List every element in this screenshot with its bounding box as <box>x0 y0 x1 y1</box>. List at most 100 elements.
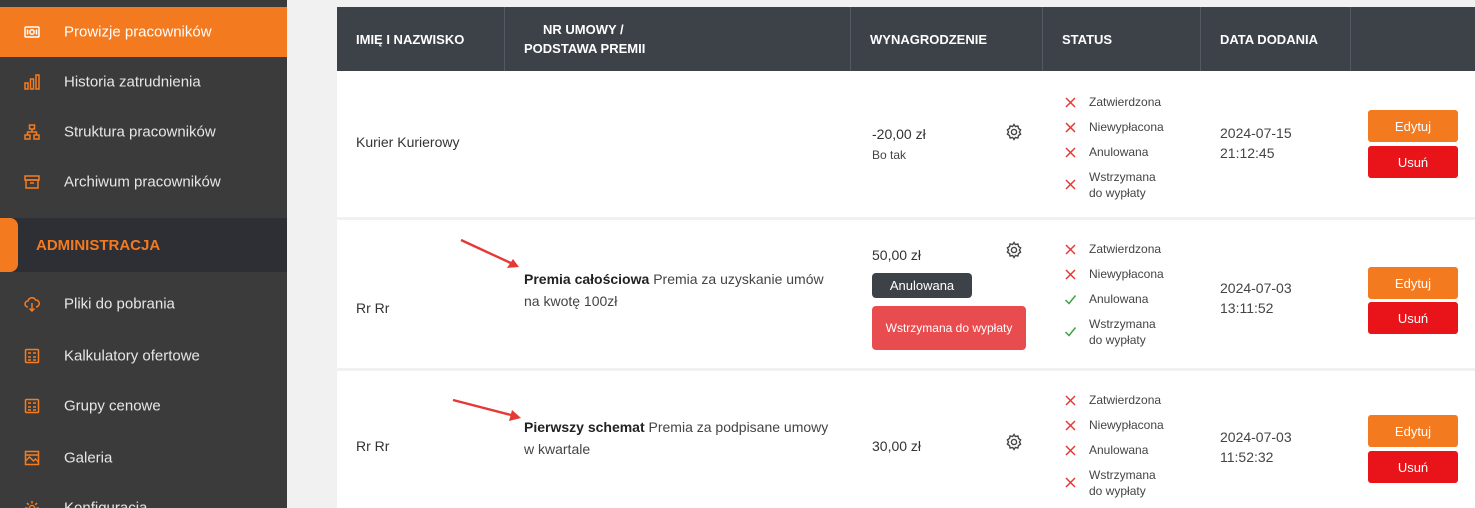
scheme-name: Premia całościowa <box>524 271 650 287</box>
column-header-status[interactable]: STATUS <box>1043 7 1201 71</box>
salary-note: Bo tak <box>872 148 907 162</box>
date-added: 2024-07-03 11:52:32 <box>1220 427 1292 467</box>
x-icon <box>1064 444 1077 457</box>
column-header-contract[interactable]: NR UMOWY / PODSTAWA PREMII <box>505 7 851 71</box>
app-root: Prowizje pracowników Historia zatrudnien… <box>0 0 1475 508</box>
x-icon <box>1064 394 1077 407</box>
x-icon <box>1064 146 1077 159</box>
header-line-2: PODSTAWA PREMII <box>524 41 646 56</box>
cloud-download-icon <box>24 296 40 312</box>
date-added: 2024-07-15 21:12:45 <box>1220 123 1292 163</box>
gear-icon <box>24 500 40 508</box>
table-header: IMIĘ I NAZWISKO NR UMOWY / PODSTAWA PREMI… <box>337 7 1475 71</box>
time-value: 11:52:32 <box>1220 449 1274 465</box>
x-icon <box>1064 268 1077 281</box>
calculator-icon <box>24 398 40 414</box>
status-item: Anulowana <box>1061 291 1201 307</box>
status-list: Zatwierdzona Niewypłacona Anulowana Wstr… <box>1061 94 1201 201</box>
status-item: Anulowana <box>1061 144 1201 160</box>
sidebar-item-label: Prowizje pracowników <box>64 23 212 41</box>
salary-cell: -20,00 zł Bo tak <box>872 126 926 162</box>
x-icon <box>1064 419 1077 432</box>
status-item: Zatwierdzona <box>1061 94 1201 110</box>
status-item: Anulowana <box>1061 442 1201 458</box>
sidebar-item-konfiguracja[interactable]: Konfiguracja <box>0 483 287 508</box>
scheme-name: Pierwszy schemat <box>524 419 645 435</box>
table-row: Kurier Kurierowy -20,00 zł Bo tak Zatwie… <box>337 71 1475 217</box>
time-value: 13:11:52 <box>1220 300 1274 316</box>
employee-name: Kurier Kurierowy <box>356 134 460 150</box>
sidebar: Prowizje pracowników Historia zatrudnien… <box>0 0 287 508</box>
date-added: 2024-07-03 13:11:52 <box>1220 278 1292 318</box>
edit-button[interactable]: Edytuj <box>1368 415 1458 447</box>
status-item: Wstrzymana do wypłaty <box>1061 467 1171 499</box>
sidebar-item-kalkulatory[interactable]: Kalkulatory ofertowe <box>0 331 287 381</box>
x-icon <box>1064 476 1077 489</box>
header-line-1: NR UMOWY / <box>543 22 624 37</box>
calculator-icon <box>24 348 40 364</box>
date-value: 2024-07-03 <box>1220 429 1292 445</box>
edit-button[interactable]: Edytuj <box>1368 110 1458 142</box>
money-icon <box>24 24 40 40</box>
sidebar-item-label: Pliki do pobrania <box>64 295 175 313</box>
delete-button[interactable]: Usuń <box>1368 146 1458 178</box>
section-title: ADMINISTRACJA <box>36 236 161 254</box>
gallery-icon <box>24 450 40 466</box>
date-value: 2024-07-15 <box>1220 125 1292 141</box>
bar-chart-icon <box>24 74 40 90</box>
sidebar-item-label: Kalkulatory ofertowe <box>64 347 200 365</box>
settings-gear-icon[interactable] <box>1005 433 1023 451</box>
sidebar-section-administracja: ADMINISTRACJA <box>0 218 287 272</box>
sidebar-item-grupy[interactable]: Grupy cenowe <box>0 381 287 431</box>
column-header-date[interactable]: DATA DODANIA <box>1201 7 1351 71</box>
sidebar-item-archiwum[interactable]: Archiwum pracowników <box>0 157 287 207</box>
salary-amount: 50,00 zł <box>872 247 922 263</box>
main-content: IMIĘ I NAZWISKO NR UMOWY / PODSTAWA PREMI… <box>287 0 1475 508</box>
status-item: Wstrzymana do wypłaty <box>1061 316 1171 348</box>
check-icon <box>1064 325 1077 338</box>
x-icon <box>1064 243 1077 256</box>
delete-button[interactable]: Usuń <box>1368 451 1458 483</box>
annotation-arrow <box>452 398 521 421</box>
sidebar-item-pliki[interactable]: Pliki do pobrania <box>0 279 287 329</box>
edit-button[interactable]: Edytuj <box>1368 267 1458 299</box>
x-icon <box>1064 96 1077 109</box>
employee-name: Rr Rr <box>356 438 390 454</box>
column-header-name[interactable]: IMIĘ I NAZWISKO <box>337 7 505 71</box>
check-icon <box>1064 293 1077 306</box>
sidebar-item-struktura[interactable]: Struktura pracowników <box>0 107 287 157</box>
archive-icon <box>24 174 40 190</box>
settings-gear-icon[interactable] <box>1005 241 1023 259</box>
delete-button[interactable]: Usuń <box>1368 302 1458 334</box>
sidebar-item-label: Archiwum pracowników <box>64 173 221 191</box>
status-item: Niewypłacona <box>1061 119 1201 135</box>
employee-name: Rr Rr <box>356 300 390 316</box>
x-icon <box>1064 178 1077 191</box>
sidebar-item-label: Historia zatrudnienia <box>64 73 201 91</box>
status-badge-withheld: Wstrzymana do wypłaty <box>872 306 1026 350</box>
sidebar-item-historia[interactable]: Historia zatrudnienia <box>0 57 287 107</box>
date-value: 2024-07-03 <box>1220 280 1292 296</box>
sidebar-item-prowizje[interactable]: Prowizje pracowników <box>0 7 287 57</box>
sidebar-item-label: Struktura pracowników <box>64 123 216 141</box>
salary-amount: -20,00 zł <box>872 126 926 142</box>
x-icon <box>1064 121 1077 134</box>
column-header-salary[interactable]: WYNAGRODZENIE <box>851 7 1043 71</box>
status-item: Wstrzymana do wypłaty <box>1061 169 1171 201</box>
status-badge-cancelled: Anulowana <box>872 273 972 298</box>
sidebar-item-galeria[interactable]: Galeria <box>0 433 287 483</box>
status-item: Zatwierdzona <box>1061 241 1201 257</box>
salary-amount: 30,00 zł <box>872 438 922 454</box>
status-item: Niewypłacona <box>1061 266 1201 282</box>
status-list: Zatwierdzona Niewypłacona Anulowana Wstr… <box>1061 392 1201 499</box>
table-row: Rr Rr Pierwszy schemat Premia za podpisa… <box>337 371 1475 508</box>
contract-info: Pierwszy schemat Premia za podpisane umo… <box>524 416 834 460</box>
contract-info: Premia całościowa Premia za uzyskanie um… <box>524 268 834 312</box>
status-list: Zatwierdzona Niewypłacona Anulowana Wstr… <box>1061 241 1201 348</box>
section-accent-bar <box>0 218 18 272</box>
status-item: Niewypłacona <box>1061 417 1201 433</box>
annotation-arrow <box>460 238 519 268</box>
settings-gear-icon[interactable] <box>1005 123 1023 141</box>
time-value: 21:12:45 <box>1220 145 1275 161</box>
sidebar-item-label: Grupy cenowe <box>64 397 161 415</box>
